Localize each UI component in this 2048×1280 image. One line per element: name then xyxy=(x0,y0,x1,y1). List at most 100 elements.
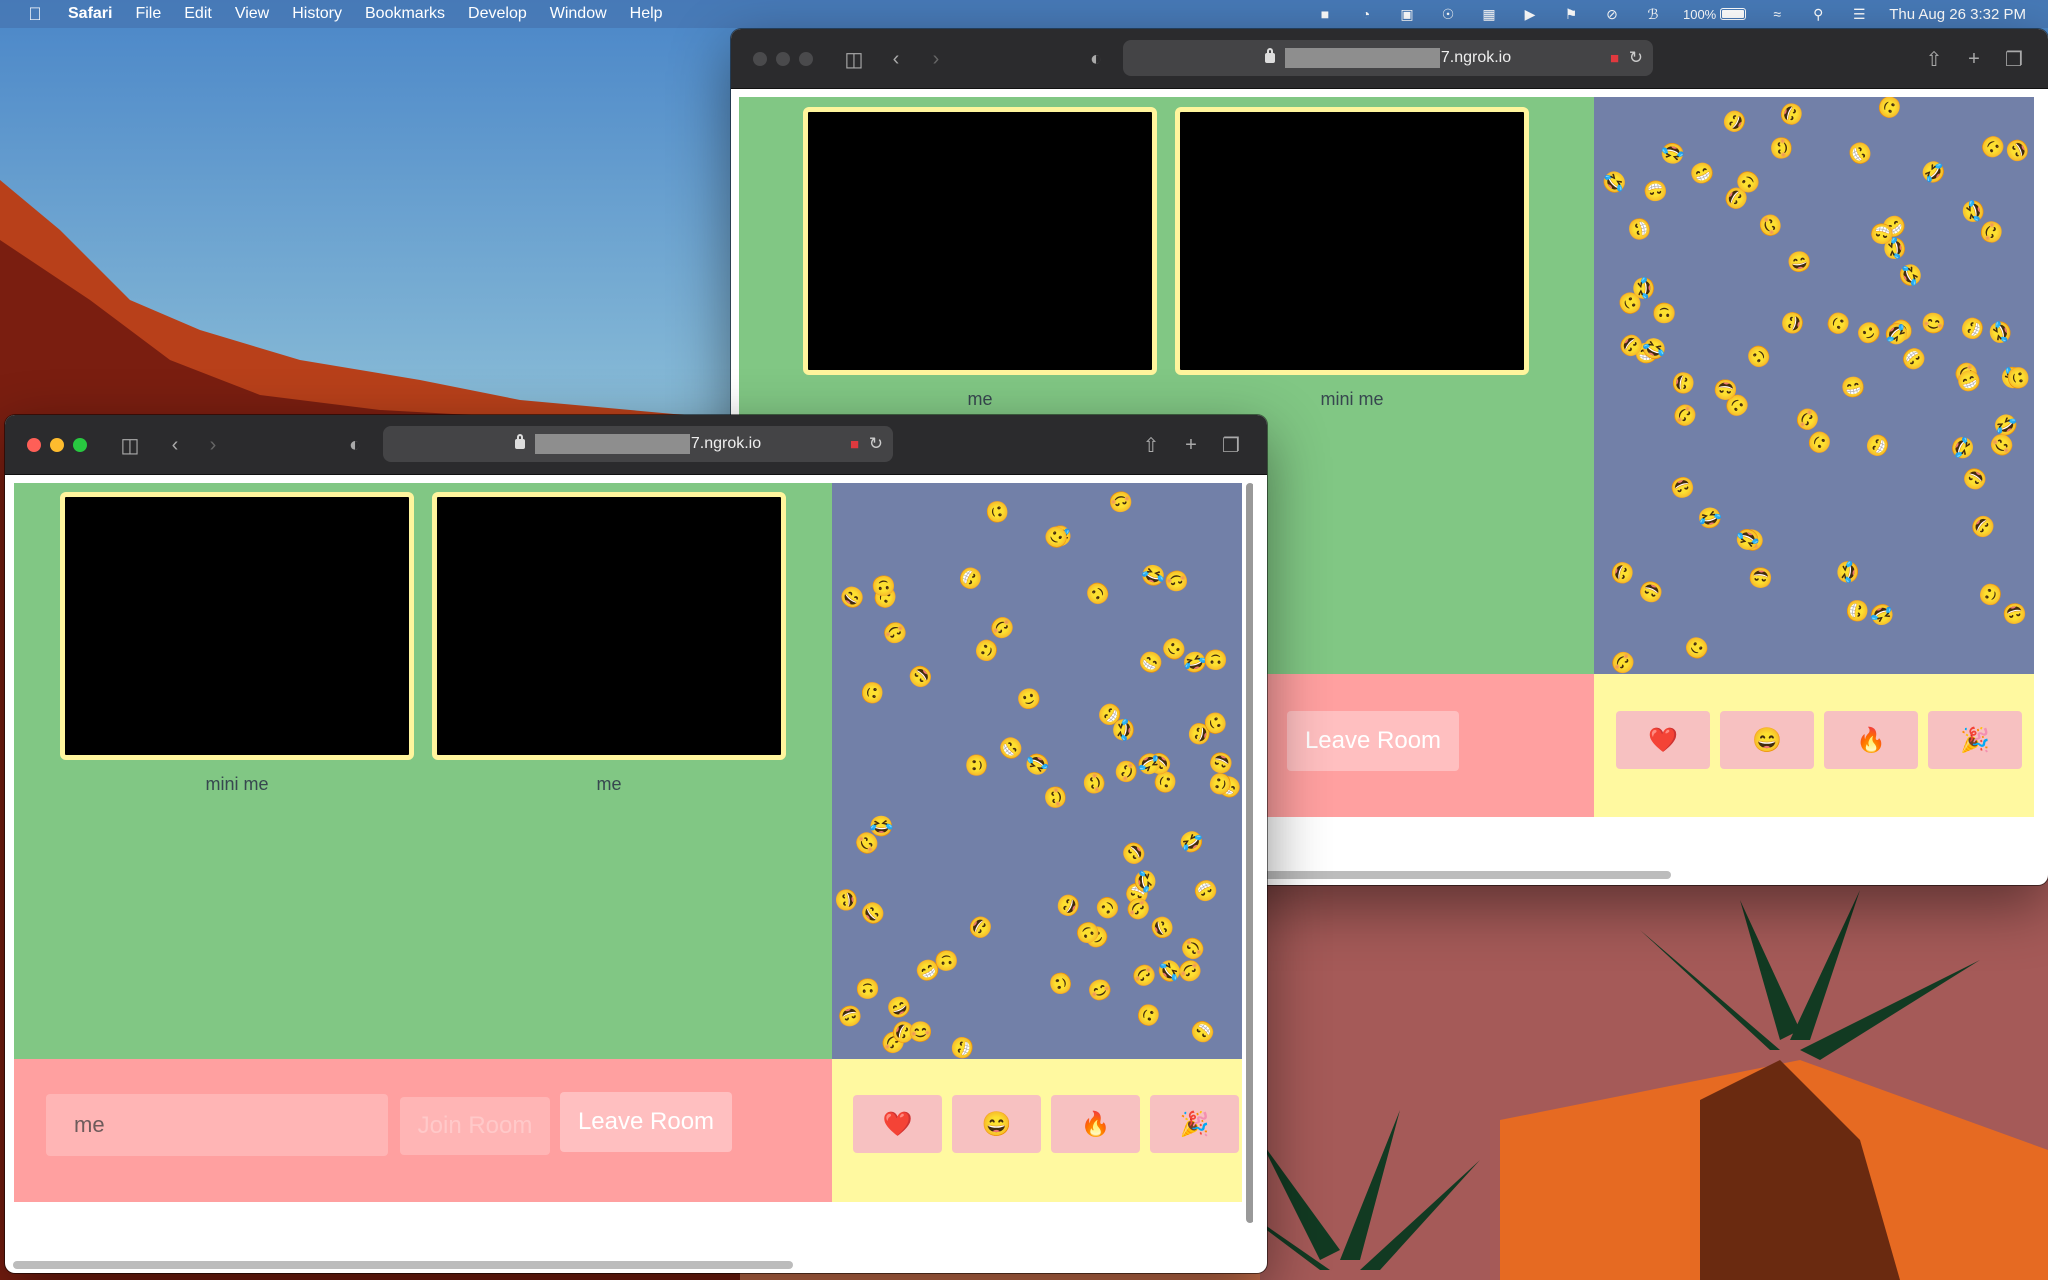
reaction-bar: ❤️ 😄 🔥 🎉 xyxy=(1594,674,2034,817)
battery-icon[interactable] xyxy=(1720,8,1747,20)
screen-time-icon[interactable]: ◔ xyxy=(1355,3,1377,25)
emoji-reaction-field: 🙂 🙂 🤣 🙂 🙂 🙂 🙂 🤣 🙂 😊 🤣 😁 😄 😊 😁 😄 😄 🙂 😁 🙂 🙂 😊 🙂 🤣 😄 😄 😊 😁 😄 😁 😄 🙂 😄 🤣 😁 🙂 😄 😊 😄 🙂… xyxy=(832,483,1242,1059)
share-icon[interactable]: ⇧ xyxy=(1923,47,1945,71)
floating-emoji: 🙂 xyxy=(1082,576,1115,610)
menu-history[interactable]: History xyxy=(292,5,342,23)
zoom-button[interactable] xyxy=(799,52,813,66)
horizontal-scrollbar[interactable] xyxy=(13,1261,793,1269)
floating-emoji: 🙂 xyxy=(854,976,881,1000)
apple-menu-icon[interactable]:  xyxy=(24,3,46,25)
join-room-button[interactable]: Join Room xyxy=(400,1097,550,1155)
new-tab-icon[interactable]: + xyxy=(1180,433,1202,457)
video-label: mini me xyxy=(1320,389,1384,409)
leave-room-button[interactable]: Leave Room xyxy=(1287,711,1459,771)
mute-icon[interactable]: ⊘ xyxy=(1601,3,1623,25)
floating-emoji: 😊 xyxy=(1770,134,1795,162)
floating-emoji: 😊 xyxy=(1754,210,1785,242)
tab-overview-icon[interactable]: ❐ xyxy=(2003,47,2025,71)
floating-emoji: 😊 xyxy=(1919,311,1948,337)
zoom-icon[interactable]: ▣ xyxy=(1396,3,1418,25)
video-label: mini me xyxy=(205,774,269,794)
address-bar[interactable]: 7.ngrok.io ■ ↻ xyxy=(1123,40,1653,76)
grin-reaction-button[interactable]: 😄 xyxy=(952,1095,1041,1153)
floating-emoji: 😄 xyxy=(963,910,996,944)
fire-reaction-button[interactable]: 🔥 xyxy=(1051,1095,1140,1153)
spotlight-search-icon[interactable]: ⚲ xyxy=(1807,3,1829,25)
bluetooth-icon[interactable]: ℬ xyxy=(1642,3,1664,25)
redacted-url xyxy=(534,434,690,454)
us-flag-icon[interactable]: ⚑ xyxy=(1560,3,1582,25)
lock-icon xyxy=(514,434,525,449)
floating-emoji: 🙂 xyxy=(1853,318,1886,350)
floating-emoji: 😊 xyxy=(1176,931,1211,965)
floating-emoji: 🙂 xyxy=(1652,301,1677,323)
menu-view[interactable]: View xyxy=(235,5,269,23)
menu-edit[interactable]: Edit xyxy=(184,5,212,23)
menu-window[interactable]: Window xyxy=(550,5,607,23)
floating-emoji: 🙂 xyxy=(858,679,885,707)
back-icon[interactable]: ‹ xyxy=(886,47,906,71)
floating-emoji: 🤣 xyxy=(1895,259,1924,291)
reload-icon[interactable]: ↻ xyxy=(1629,48,1643,68)
reload-icon[interactable]: ↻ xyxy=(869,434,883,454)
heart-reaction-button[interactable]: ❤️ xyxy=(853,1095,942,1153)
floating-emoji: 😄 xyxy=(904,659,939,693)
minimize-button[interactable] xyxy=(776,52,790,66)
facetime-camera-icon[interactable]: ■ xyxy=(1314,3,1336,25)
floating-emoji: 😁 xyxy=(1641,177,1670,203)
play-icon[interactable]: ▶ xyxy=(1519,3,1541,25)
control-center-icon[interactable]: ☰ xyxy=(1848,3,1870,25)
name-input[interactable] xyxy=(46,1094,388,1156)
heart-reaction-button[interactable]: ❤️ xyxy=(1616,711,1710,769)
party-reaction-button[interactable]: 🎉 xyxy=(1150,1095,1239,1153)
address-bar[interactable]: 7.ngrok.io ■ ↻ xyxy=(383,426,893,462)
party-reaction-button[interactable]: 🎉 xyxy=(1928,711,2022,769)
battery-percent: 100% xyxy=(1682,6,1717,22)
menu-help[interactable]: Help xyxy=(630,5,663,23)
floating-emoji: 😊 xyxy=(1105,487,1136,515)
floating-emoji: 😁 xyxy=(954,561,985,595)
sidebar-toggle-icon[interactable]: ◫ xyxy=(117,433,143,457)
floating-emoji: 😁 xyxy=(949,1032,978,1059)
close-button[interactable] xyxy=(27,438,41,452)
fire-reaction-button[interactable]: 🔥 xyxy=(1824,711,1918,769)
floating-emoji: 😁 xyxy=(994,732,1027,766)
forward-icon[interactable]: › xyxy=(926,47,946,71)
leave-room-button[interactable]: Leave Room xyxy=(560,1092,732,1152)
close-button[interactable] xyxy=(753,52,767,66)
tab-overview-icon[interactable]: ❐ xyxy=(1220,433,1242,457)
video-tile xyxy=(803,107,1157,375)
floating-emoji: 😁 xyxy=(1626,214,1654,244)
camera-in-use-icon[interactable]: ■ xyxy=(1610,50,1619,67)
vertical-scrollbar[interactable] xyxy=(1246,483,1253,1223)
back-icon[interactable]: ‹ xyxy=(165,433,185,457)
sidebar-toggle-icon[interactable]: ◫ xyxy=(841,47,867,71)
forward-icon[interactable]: › xyxy=(203,433,223,457)
camera-in-use-icon[interactable]: ■ xyxy=(850,436,859,453)
privacy-shield-icon[interactable]: ◐ xyxy=(1086,47,1106,71)
zoom-button[interactable] xyxy=(73,438,87,452)
menu-app-name[interactable]: Safari xyxy=(68,5,112,23)
menu-bookmarks[interactable]: Bookmarks xyxy=(365,5,445,23)
floating-emoji: 🤣 xyxy=(1866,599,1899,629)
grid-icon[interactable]: ▦ xyxy=(1478,3,1500,25)
grin-reaction-button[interactable]: 😄 xyxy=(1720,711,1814,769)
menubar-clock[interactable]: Thu Aug 26 3:32 PM xyxy=(1889,6,2026,23)
minimize-button[interactable] xyxy=(50,438,64,452)
floating-emoji: 😁 xyxy=(1896,341,1931,375)
floating-emoji: 😊 xyxy=(878,616,911,648)
floating-emoji: 😁 xyxy=(1189,874,1222,906)
menu-develop[interactable]: Develop xyxy=(468,5,527,23)
window-controls xyxy=(27,438,87,452)
menu-file[interactable]: File xyxy=(135,5,161,23)
globe-icon[interactable]: ☉ xyxy=(1437,3,1459,25)
wifi-icon[interactable]: ≈ xyxy=(1766,3,1788,25)
privacy-shield-icon[interactable]: ◐ xyxy=(345,433,365,457)
share-icon[interactable]: ⇧ xyxy=(1140,433,1162,457)
floating-emoji: 😁 xyxy=(1863,430,1894,462)
floating-emoji: 🙂 xyxy=(983,498,1010,526)
floating-emoji: 😁 xyxy=(1686,158,1719,190)
video-tile xyxy=(432,492,786,760)
new-tab-icon[interactable]: + xyxy=(1963,47,1985,71)
floating-emoji: 🤣 xyxy=(1947,432,1978,462)
